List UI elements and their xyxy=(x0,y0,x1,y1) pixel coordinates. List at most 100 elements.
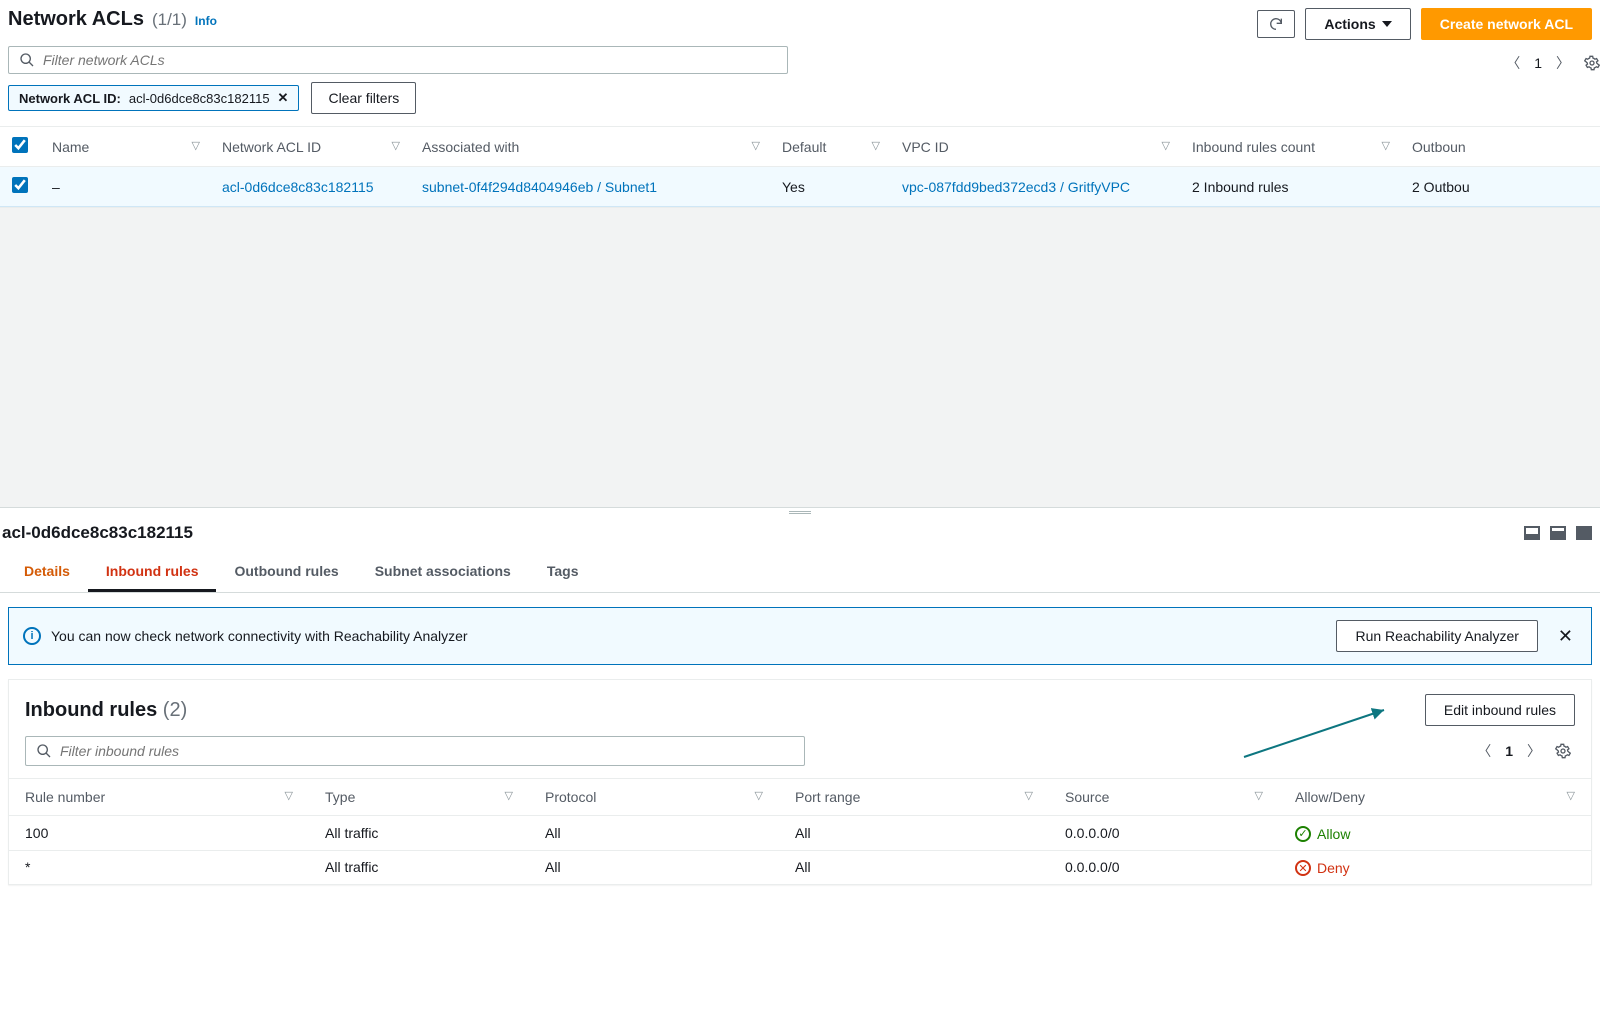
sort-icon[interactable]: ▽ xyxy=(1255,789,1263,802)
col-rule-number[interactable]: Rule number xyxy=(25,789,105,805)
filter-chip-label: Network ACL ID: xyxy=(19,91,121,106)
sort-icon[interactable]: ▽ xyxy=(755,789,763,802)
sort-icon[interactable]: ▽ xyxy=(1382,139,1390,152)
filter-nacl-input[interactable] xyxy=(43,52,777,68)
col-name[interactable]: Name xyxy=(52,139,89,155)
cell-vpc-link[interactable]: vpc-087fdd9bed372ecd3 / GritfyVPC xyxy=(902,179,1130,195)
cell-assoc-link[interactable]: subnet-0f4f294d8404946eb / Subnet1 xyxy=(422,179,657,195)
sort-icon[interactable]: ▽ xyxy=(505,789,513,802)
filter-chip-nacl-id[interactable]: Network ACL ID: acl-0d6dce8c83c182115 ✕ xyxy=(8,85,299,111)
alert-close-icon[interactable]: ✕ xyxy=(1554,626,1577,647)
cell-nacl-id-link[interactable]: acl-0d6dce8c83c182115 xyxy=(222,179,374,195)
sort-icon[interactable]: ▽ xyxy=(752,139,760,152)
inbound-rules-table: Rule number ▽ Type ▽ Protocol ▽ Port range ▽… xyxy=(9,778,1591,884)
col-nacl-id[interactable]: Network ACL ID xyxy=(222,139,321,155)
sort-icon[interactable]: ▽ xyxy=(392,139,400,152)
table-empty-space xyxy=(0,207,1600,507)
layout-bottom-icon[interactable] xyxy=(1524,526,1540,540)
col-vpc[interactable]: VPC ID xyxy=(902,139,949,155)
tab-inbound[interactable]: Inbound rules xyxy=(88,553,217,592)
nacl-table: Name ▽ Network ACL ID ▽ Associated with ▽ D… xyxy=(0,126,1600,207)
gear-icon[interactable] xyxy=(1555,743,1571,759)
rules-next-page-icon[interactable]: 〉 xyxy=(1527,741,1541,761)
page-number: 1 xyxy=(1534,55,1542,71)
sort-icon[interactable]: ▽ xyxy=(1162,139,1170,152)
grip-icon xyxy=(789,511,811,514)
reachability-alert: i You can now check network connectivity… xyxy=(8,607,1592,665)
rule-row[interactable]: 100 All traffic All All 0.0.0.0/0 ✓Allow xyxy=(9,816,1591,851)
page-title-count: (1/1) xyxy=(152,10,187,30)
page-title: Network ACLs xyxy=(8,8,144,31)
inbound-search-wrap[interactable] xyxy=(25,736,805,766)
cell-port: All xyxy=(779,850,1049,884)
rules-page-number: 1 xyxy=(1505,743,1513,759)
clear-filters-button[interactable]: Clear filters xyxy=(311,82,416,114)
cell-name: – xyxy=(40,167,210,207)
cell-port: All xyxy=(779,816,1049,851)
cell-source: 0.0.0.0/0 xyxy=(1049,816,1279,851)
cross-icon: ✕ xyxy=(1295,860,1311,876)
cell-source: 0.0.0.0/0 xyxy=(1049,850,1279,884)
info-icon: i xyxy=(23,627,41,645)
cell-protocol: All xyxy=(529,850,779,884)
col-type[interactable]: Type xyxy=(325,789,355,805)
cell-type: All traffic xyxy=(309,850,529,884)
tab-subnet-assoc[interactable]: Subnet associations xyxy=(357,553,529,592)
cell-protocol: All xyxy=(529,816,779,851)
actions-label: Actions xyxy=(1324,14,1375,34)
allow-badge: ✓Allow xyxy=(1295,826,1350,842)
detail-title: acl-0d6dce8c83c182115 xyxy=(2,523,193,543)
sort-icon[interactable]: ▽ xyxy=(872,139,880,152)
edit-inbound-rules-button[interactable]: Edit inbound rules xyxy=(1425,694,1575,726)
cell-rule-no: 100 xyxy=(9,816,309,851)
sort-icon[interactable]: ▽ xyxy=(1025,789,1033,802)
select-all-checkbox[interactable] xyxy=(12,137,28,153)
run-reachability-button[interactable]: Run Reachability Analyzer xyxy=(1336,620,1537,652)
gear-icon[interactable] xyxy=(1584,55,1600,71)
cell-type: All traffic xyxy=(309,816,529,851)
next-page-icon[interactable]: 〉 xyxy=(1556,53,1570,73)
tab-outbound[interactable]: Outbound rules xyxy=(216,553,356,592)
pane-splitter[interactable] xyxy=(0,507,1600,517)
inbound-rules-panel: Inbound rules (2) Edit inbound rules 〈 1… xyxy=(8,679,1592,885)
col-protocol[interactable]: Protocol xyxy=(545,789,596,805)
search-input-wrap[interactable] xyxy=(8,46,788,74)
cell-rule-no: * xyxy=(9,850,309,884)
deny-badge: ✕Deny xyxy=(1295,860,1350,876)
row-checkbox[interactable] xyxy=(12,177,28,193)
detail-tabs: Details Inbound rules Outbound rules Sub… xyxy=(0,543,1600,593)
tab-tags[interactable]: Tags xyxy=(529,553,597,592)
chevron-down-icon xyxy=(1382,21,1392,27)
create-nacl-button[interactable]: Create network ACL xyxy=(1421,8,1592,40)
col-inbound-count[interactable]: Inbound rules count xyxy=(1192,139,1315,155)
refresh-button[interactable] xyxy=(1257,10,1295,38)
col-port[interactable]: Port range xyxy=(795,789,860,805)
alert-text: You can now check network connectivity w… xyxy=(51,628,468,644)
info-link[interactable]: Info xyxy=(195,14,217,28)
layout-half-icon[interactable] xyxy=(1550,526,1566,540)
rules-prev-page-icon[interactable]: 〈 xyxy=(1477,741,1491,761)
cell-outbound-count: 2 Outbou xyxy=(1400,167,1600,207)
tab-details[interactable]: Details xyxy=(6,553,88,592)
cell-default: Yes xyxy=(770,167,890,207)
search-icon xyxy=(19,52,35,68)
col-source[interactable]: Source xyxy=(1065,789,1109,805)
col-default[interactable]: Default xyxy=(782,139,826,155)
rule-row[interactable]: * All traffic All All 0.0.0.0/0 ✕Deny xyxy=(9,850,1591,884)
table-row[interactable]: – acl-0d6dce8c83c182115 subnet-0f4f294d8… xyxy=(0,167,1600,207)
col-outbound-count[interactable]: Outboun xyxy=(1412,139,1466,155)
col-assoc[interactable]: Associated with xyxy=(422,139,519,155)
sort-icon[interactable]: ▽ xyxy=(1567,789,1575,802)
col-allow[interactable]: Allow/Deny xyxy=(1295,789,1365,805)
refresh-icon xyxy=(1268,16,1284,32)
filter-chip-remove-icon[interactable]: ✕ xyxy=(278,90,289,106)
check-icon: ✓ xyxy=(1295,826,1311,842)
layout-full-icon[interactable] xyxy=(1576,526,1592,540)
sort-icon[interactable]: ▽ xyxy=(285,789,293,802)
prev-page-icon[interactable]: 〈 xyxy=(1506,53,1520,73)
search-icon xyxy=(36,743,52,759)
cell-inbound-count: 2 Inbound rules xyxy=(1180,167,1400,207)
actions-button[interactable]: Actions xyxy=(1305,8,1410,40)
filter-inbound-input[interactable] xyxy=(60,743,794,759)
sort-icon[interactable]: ▽ xyxy=(192,139,200,152)
